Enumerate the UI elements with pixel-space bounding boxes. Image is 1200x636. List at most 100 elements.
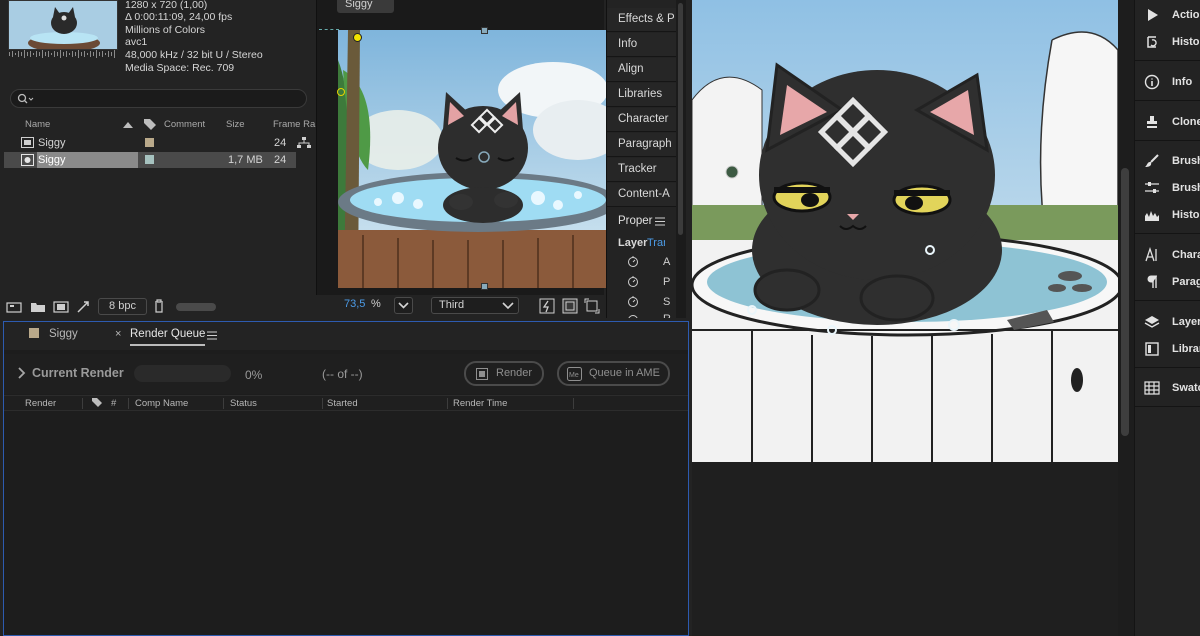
label-color-swatch[interactable] (145, 138, 154, 147)
dock-label: Brush (1172, 182, 1200, 194)
dock-history[interactable]: History (1135, 29, 1200, 56)
new-composition-icon[interactable] (53, 301, 69, 313)
panel-stack-scrollbar[interactable] (676, 0, 686, 318)
dock-clone-source[interactable]: Clone (1135, 109, 1200, 136)
panel-paragraph[interactable]: Paragraph (607, 133, 677, 157)
zoom-level[interactable]: 73,5 (344, 298, 365, 310)
histogram-icon (1145, 211, 1159, 221)
viewer-scrollbar[interactable] (1118, 0, 1134, 636)
column-divider (447, 398, 448, 409)
comp-viewer-tab[interactable]: Siggy (337, 0, 394, 13)
item-frame-rate: 24 (274, 137, 287, 149)
dock-label: Paragraph (1172, 276, 1200, 288)
dock-label: Character (1172, 249, 1200, 261)
column-divider (82, 398, 83, 409)
dock-character[interactable]: Character (1135, 242, 1200, 269)
composition-canvas[interactable] (338, 30, 606, 288)
transform-handle-top[interactable] (481, 27, 488, 34)
meta-audio: 48,000 kHz / 32 bit U / Stereo (125, 49, 263, 61)
dock-brushes[interactable]: Brushes (1135, 148, 1200, 175)
panel-align[interactable]: Align (607, 58, 677, 82)
dock-libraries[interactable]: Libraries (1135, 336, 1200, 363)
project-item-composition[interactable]: Siggy 24 (4, 135, 311, 151)
project-search-input[interactable] (10, 89, 307, 108)
panel-menu-icon[interactable] (207, 331, 217, 340)
panel-info[interactable]: Info (607, 33, 677, 57)
view-options-select[interactable]: Third (431, 297, 519, 314)
dock-actions[interactable]: Actions (1135, 2, 1200, 29)
render-icon (476, 368, 488, 380)
view-options-value: Third (439, 299, 465, 311)
dock-swatches[interactable]: Swatches (1135, 375, 1200, 402)
render-queue-tabs: Siggy × Render Queue (4, 322, 688, 350)
dock-layers[interactable]: Layers (1135, 309, 1200, 336)
panel-menu-icon[interactable] (655, 217, 665, 226)
panel-effects-presets[interactable]: Effects & P (607, 8, 677, 32)
column-comment[interactable]: Comment (164, 119, 205, 130)
chevron-down-icon (398, 302, 409, 309)
flowchart-icon[interactable] (297, 137, 311, 149)
panel-libraries[interactable]: Libraries (607, 83, 677, 107)
label-tag-icon[interactable] (91, 397, 103, 409)
queue-in-ame-button[interactable]: Me Queue in AME (557, 361, 670, 386)
properties-title[interactable]: Proper (618, 215, 653, 227)
anchor-point-handle[interactable] (353, 33, 362, 42)
dock-paragraph[interactable]: Paragraph (1135, 269, 1200, 296)
panel-character[interactable]: Character (607, 108, 677, 132)
property-rotation: R (663, 313, 671, 318)
scroll-thumb[interactable] (678, 3, 683, 235)
new-folder-icon[interactable] (30, 301, 46, 313)
stopwatch-icon[interactable] (627, 295, 639, 307)
thumbnail-scroll[interactable] (176, 303, 216, 311)
zoom-dropdown-button[interactable] (394, 297, 413, 314)
footage-viewer-canvas[interactable] (692, 0, 1118, 462)
label-tag-icon[interactable] (143, 118, 157, 130)
close-icon[interactable]: × (115, 328, 121, 340)
col-status[interactable]: Status (230, 398, 257, 409)
dock-histogram[interactable]: Histogram (1135, 202, 1200, 229)
fast-previews-icon[interactable] (539, 298, 555, 314)
motion-path-handle[interactable] (337, 88, 345, 96)
col-render-time[interactable]: Render Time (453, 398, 507, 409)
scroll-thumb[interactable] (1121, 168, 1129, 436)
item-name: Siggy (38, 137, 66, 149)
stopwatch-icon[interactable] (627, 255, 639, 267)
column-name[interactable]: Name (25, 119, 50, 130)
layer-transform-link[interactable]: Tran (647, 237, 665, 249)
tool-dock: Actions History Info Clone Brushes Brush… (1134, 0, 1200, 636)
column-divider (128, 398, 129, 409)
item-name: Siggy (38, 154, 66, 166)
dock-info[interactable]: Info (1135, 69, 1200, 96)
guide-line (319, 29, 339, 30)
column-frame-rate[interactable]: Frame Ra. (273, 119, 318, 130)
project-panel: 1280 x 720 (1,00) Δ 0:00:11:09, 24,00 fp… (0, 0, 318, 318)
col-started[interactable]: Started (327, 398, 358, 409)
col-comp-name[interactable]: Comp Name (135, 398, 188, 409)
col-number[interactable]: # (111, 398, 116, 409)
render-count-text: (-- of --) (322, 367, 363, 381)
panel-content-aware-fill[interactable]: Content-A (607, 183, 677, 207)
tab-label-color (29, 328, 39, 338)
transparency-grid-icon[interactable] (562, 298, 578, 314)
label-color-swatch[interactable] (145, 155, 154, 164)
column-size[interactable]: Size (226, 119, 244, 130)
tab-comp[interactable]: Siggy (49, 328, 78, 340)
transform-handle-bottom[interactable] (481, 283, 488, 290)
interpret-footage-icon[interactable] (6, 301, 22, 313)
panel-tracker[interactable]: Tracker (607, 158, 677, 182)
stopwatch-icon[interactable] (627, 313, 639, 318)
region-of-interest-icon[interactable] (584, 298, 600, 314)
history-icon (1147, 36, 1157, 48)
sort-ascending-icon[interactable] (122, 121, 134, 129)
project-item-footage[interactable]: Siggy 1,7 MB 24 (4, 152, 296, 168)
stopwatch-icon[interactable] (627, 275, 639, 287)
render-button[interactable]: Render (464, 361, 544, 386)
dock-brush-settings[interactable]: Brush (1135, 175, 1200, 202)
col-render[interactable]: Render (25, 398, 56, 409)
bit-depth-button[interactable]: 8 bpc (98, 298, 147, 315)
trash-icon[interactable] (153, 299, 165, 313)
project-settings-icon[interactable] (76, 300, 90, 314)
media-encoder-icon: Me (567, 367, 582, 381)
chevron-right-icon[interactable] (18, 367, 26, 379)
tab-render-queue[interactable]: Render Queue (130, 328, 206, 346)
